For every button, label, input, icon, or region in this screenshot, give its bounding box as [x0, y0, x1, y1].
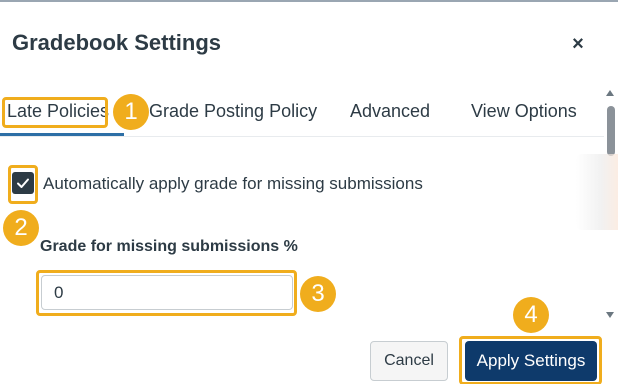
scrollbar-thumb[interactable] — [607, 106, 615, 156]
tab-advanced[interactable]: Advanced — [350, 101, 430, 122]
highlight-late-policies-tab — [2, 97, 108, 128]
step-marker-2: 2 — [3, 210, 39, 246]
scroll-up-arrow-icon[interactable] — [606, 90, 614, 96]
scroll-down-arrow-icon[interactable] — [606, 312, 614, 318]
highlight-grade-input — [36, 270, 297, 316]
close-button[interactable]: × — [566, 32, 590, 56]
highlight-checkbox — [8, 165, 38, 204]
highlight-apply-settings — [459, 336, 602, 384]
step-marker-4: 4 — [513, 297, 549, 333]
background-shadow — [576, 154, 618, 230]
step-marker-1: 1 — [113, 94, 149, 130]
close-icon[interactable]: × — [572, 33, 584, 55]
gradebook-settings-dialog: Gradebook Settings × Late Policies Grade… — [0, 0, 618, 384]
missing-submissions-checkbox-label[interactable]: Automatically apply grade for missing su… — [43, 174, 423, 194]
grade-missing-label: Grade for missing submissions % — [40, 238, 298, 255]
dialog-title: Gradebook Settings — [12, 30, 222, 55]
cancel-button[interactable]: Cancel — [370, 341, 448, 381]
footer-divider — [0, 323, 604, 324]
tab-divider — [0, 136, 604, 137]
tab-grade-posting-policy[interactable]: Grade Posting Policy — [149, 101, 317, 122]
step-marker-3: 3 — [300, 276, 336, 312]
tab-view-options[interactable]: View Options — [471, 101, 577, 122]
